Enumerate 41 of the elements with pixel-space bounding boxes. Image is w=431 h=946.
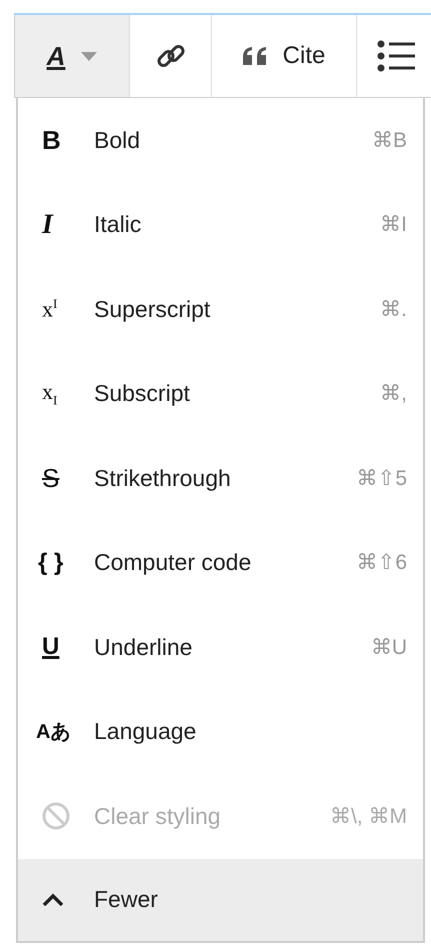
menu-item-label: Italic xyxy=(94,211,142,238)
strikethrough-icon: S xyxy=(42,462,60,494)
menu-item[interactable]: x$^{I}$ Superscript ⌘. xyxy=(18,267,423,352)
braces-icon: { } xyxy=(38,548,64,577)
menu-item[interactable]: { } Computer code ⌘⇧6 xyxy=(18,520,423,605)
subscript-icon: x$_{I}$ xyxy=(42,379,58,408)
superscript-icon: x$^{I}$ xyxy=(42,296,58,322)
menu-item-label: Strikethrough xyxy=(94,464,232,492)
language-icon: Aあ xyxy=(36,718,70,746)
menu-item[interactable]: x$_{I}$ Subscript ⌘, xyxy=(18,352,423,436)
quote-icon xyxy=(242,47,269,65)
shortcut-label: ⌘. xyxy=(380,296,407,322)
menu-item-label: Bold xyxy=(94,126,142,154)
menu-item[interactable]: S Strikethrough ⌘⇧5 xyxy=(18,436,423,520)
fewer-toggle[interactable]: Fewer xyxy=(18,858,423,940)
chevron-icon xyxy=(42,893,64,906)
bold-icon: B xyxy=(42,124,61,156)
shortcut-label: ⌘⇧6 xyxy=(356,550,407,576)
menu-item[interactable]: I Italic ⌘I xyxy=(18,182,423,267)
menu-item-label: Language xyxy=(94,718,198,746)
shortcut-label: ⌘\, ⌘M xyxy=(330,804,407,829)
underline-icon: U xyxy=(42,633,60,662)
menu-item-label: Computer code xyxy=(94,549,252,576)
menu-item-label: Superscript xyxy=(94,296,212,323)
menu-item-label: Subscript xyxy=(94,380,191,408)
shortcut-label: ⌘, xyxy=(380,381,407,406)
italic-icon: I xyxy=(42,208,53,241)
caret-icon xyxy=(81,52,98,60)
shortcut-label: ⌘U xyxy=(370,634,407,660)
menu-item[interactable]: Aあ Language xyxy=(18,690,423,774)
bulleted-list-icon xyxy=(377,40,415,72)
menu-item-label: Underline xyxy=(94,634,194,661)
shortcut-label: ⌘⇧5 xyxy=(356,466,407,491)
prohibited-icon xyxy=(42,802,70,830)
menu-item[interactable]: U Underline ⌘U xyxy=(18,605,423,690)
menu-item[interactable]: B Bold ⌘B xyxy=(18,98,423,182)
text-style-button[interactable]: A xyxy=(15,15,130,97)
menu-item-label: Clear styling xyxy=(94,802,222,830)
shortcut-label: ⌘B xyxy=(372,128,407,153)
text-style-icon: A xyxy=(46,40,66,72)
shortcut-label: ⌘I xyxy=(380,212,407,238)
